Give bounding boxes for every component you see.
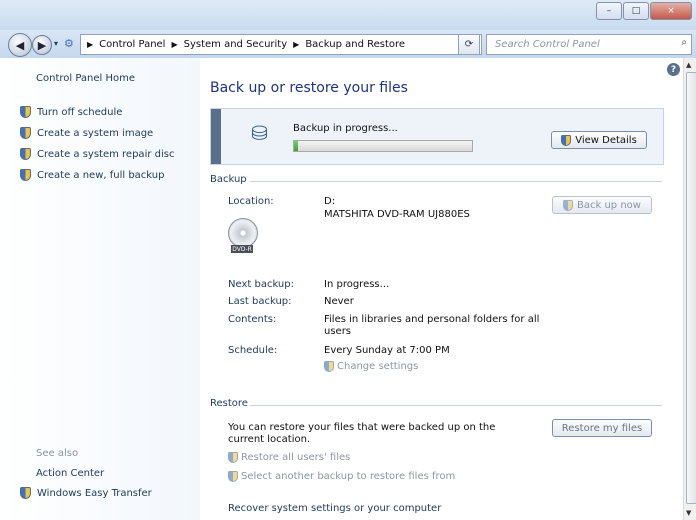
task-label: Create a system repair disc [37, 148, 175, 160]
breadcrumb-control-panel[interactable]: Control Panel [99, 39, 165, 50]
back-arrow-icon[interactable]: ◀ [8, 33, 32, 57]
action-center-link[interactable]: Action Center [36, 468, 104, 479]
dvd-media-label: DVD-R [231, 245, 253, 253]
breadcrumb-separator-icon: ▶ [87, 40, 94, 49]
shield-icon [563, 199, 574, 211]
shield-icon [20, 106, 31, 118]
see-also-heading: See also [36, 448, 79, 459]
minimize-button[interactable]: – [596, 2, 622, 20]
backup-icon: ⛁ [251, 121, 268, 145]
restore-section-heading: Restore [210, 398, 248, 409]
contents-label: Contents: [228, 314, 277, 325]
control-panel-home-link[interactable]: Control Panel Home [36, 73, 135, 84]
search-icon[interactable]: ⌕ [681, 37, 687, 48]
task-create-repair-disc[interactable]: Create a system repair disc [20, 148, 174, 160]
link-label: Change settings [337, 361, 419, 372]
windows-easy-transfer-link[interactable]: Windows Easy Transfer [20, 487, 152, 499]
task-label: Create a system image [37, 127, 154, 139]
location-device: MATSHITA DVD-RAM UJ880ES [324, 209, 470, 220]
left-task-pane: Control Panel Home Turn off schedule Cre… [0, 58, 200, 520]
last-backup-label: Last backup: [228, 296, 292, 307]
link-label: Select another backup to restore files f… [241, 471, 456, 482]
scroll-down-arrow-icon[interactable]: ▼ [686, 509, 691, 517]
refresh-icon: ⟳ [464, 39, 474, 50]
shield-icon [228, 452, 238, 463]
restore-divider [250, 405, 662, 406]
refresh-button[interactable]: ⟳ [458, 34, 480, 55]
button-label: View Details [575, 134, 637, 146]
navigation-bar: ◀ ▶ ▾ ⚙ ▶ Control Panel ▶ System and Sec… [0, 30, 696, 58]
close-button[interactable]: × [650, 2, 692, 20]
link-label: Windows Easy Transfer [37, 487, 152, 499]
title-bar: – □ × [0, 0, 696, 30]
backup-progress-panel: ⛁ Backup in progress... View Details [210, 108, 664, 165]
main-content: ? Back up or restore your files ⛁ Backup… [200, 58, 683, 520]
select-another-backup-link[interactable]: Select another backup to restore files f… [228, 471, 455, 482]
shield-icon [561, 134, 572, 146]
address-bar[interactable]: ▶ Control Panel ▶ System and Security ▶ … [80, 34, 482, 55]
schedule-value: Every Sunday at 7:00 PM [324, 345, 450, 356]
location-label: Location: [228, 196, 274, 207]
task-create-system-image[interactable]: Create a system image [20, 127, 153, 139]
restore-description: You can restore your files that were bac… [228, 422, 496, 445]
backup-section-heading: Backup [210, 174, 247, 185]
caption-buttons: – □ × [595, 2, 692, 20]
dvd-icon [228, 218, 258, 248]
shield-icon [20, 487, 31, 499]
shield-icon [324, 361, 334, 372]
maximize-button[interactable]: □ [623, 2, 649, 20]
task-label: Create a new, full backup [37, 169, 165, 181]
view-details-button[interactable]: View Details [551, 131, 647, 149]
task-create-full-backup[interactable]: Create a new, full backup [20, 169, 164, 181]
breadcrumb-separator-icon: ▶ [171, 40, 178, 49]
breadcrumb-backup-restore[interactable]: Backup and Restore [305, 39, 405, 50]
help-icon[interactable]: ? [667, 63, 680, 76]
link-label: Restore all users' files [241, 452, 351, 463]
scroll-up-arrow-icon[interactable]: ▲ [686, 61, 691, 69]
change-settings-link[interactable]: Change settings [324, 361, 418, 372]
task-turn-off-schedule[interactable]: Turn off schedule [20, 106, 122, 118]
forward-arrow-icon[interactable]: ▶ [32, 35, 52, 55]
contents-value: Files in libraries and personal folders … [324, 314, 540, 337]
restore-my-files-button[interactable]: Restore my files [552, 419, 652, 437]
task-label: Turn off schedule [37, 106, 123, 118]
search-placeholder: Search Control Panel [495, 39, 600, 50]
scroll-thumb[interactable] [686, 72, 696, 504]
last-backup-value: Never [324, 296, 354, 307]
breadcrumb-separator-icon: ▶ [293, 40, 300, 49]
progress-fill [294, 141, 298, 151]
back-up-now-button[interactable]: Back up now [552, 196, 652, 214]
button-label: Restore my files [561, 422, 643, 434]
shield-icon [20, 127, 31, 139]
progress-panel-accent [211, 109, 221, 164]
next-backup-value: In progress... [324, 279, 390, 290]
breadcrumb-system-security[interactable]: System and Security [184, 39, 288, 50]
page-title: Back up or restore your files [210, 80, 408, 96]
shield-icon [20, 148, 31, 160]
backup-progress-bar [293, 140, 473, 152]
recent-pages-dropdown-icon[interactable]: ▾ [54, 39, 58, 48]
next-backup-label: Next backup: [228, 279, 294, 290]
backup-divider [250, 181, 662, 182]
progress-label: Backup in progress... [293, 123, 398, 134]
shield-icon [228, 471, 238, 482]
shield-icon [20, 169, 31, 181]
recover-system-link[interactable]: Recover system settings or your computer [228, 503, 518, 515]
location-drive: D: [324, 196, 336, 207]
restore-all-users-link[interactable]: Restore all users' files [228, 452, 350, 463]
vertical-scrollbar[interactable]: ▲ ▼ [683, 58, 696, 520]
control-panel-icon: ⚙ [64, 37, 74, 50]
search-input[interactable]: Search Control Panel ⌕ [486, 34, 692, 55]
button-label: Back up now [577, 199, 641, 211]
schedule-label: Schedule: [228, 345, 278, 356]
